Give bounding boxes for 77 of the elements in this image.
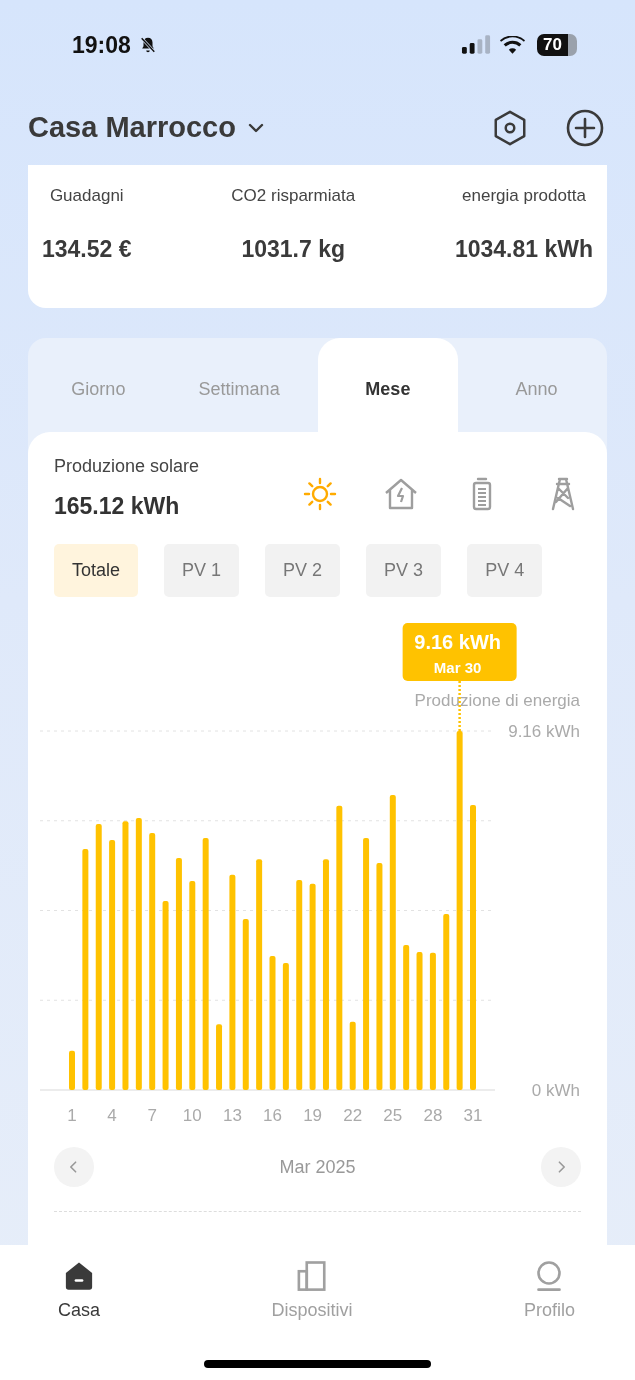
bar[interactable] [349, 1021, 356, 1090]
house-bolt-icon[interactable] [383, 476, 419, 512]
sun-icon[interactable] [302, 476, 338, 512]
stat-label: energia prodotta [462, 186, 586, 206]
period-tab[interactable]: Giorno [28, 338, 169, 432]
period-tab[interactable]: Anno [466, 338, 607, 432]
bar[interactable] [175, 858, 182, 1090]
signal-icon [461, 35, 492, 55]
bar[interactable] [443, 914, 450, 1090]
bar[interactable] [69, 1050, 75, 1090]
x-axis-label: 22 [343, 1106, 363, 1125]
previous-month-button[interactable] [54, 1147, 94, 1187]
stat-label: Guadagni [49, 186, 124, 206]
x-axis-label: 1 [67, 1106, 77, 1125]
stat-value: 1034.81 kWh [454, 236, 593, 263]
bar[interactable] [82, 848, 89, 1090]
bar[interactable] [149, 832, 156, 1090]
bar[interactable] [135, 818, 142, 1090]
chart-tooltip: 9.16 kWh Mar 30 [402, 623, 517, 681]
bar[interactable] [456, 731, 463, 1090]
month-label: Mar 2025 [279, 1156, 356, 1178]
production-label: Produzione solare [54, 456, 201, 477]
bar[interactable] [242, 919, 249, 1090]
bar[interactable] [376, 863, 383, 1090]
bar[interactable] [269, 955, 276, 1090]
period-tab[interactable]: Settimana [168, 338, 310, 432]
bar[interactable] [363, 838, 370, 1090]
home-title[interactable]: Casa Marrocco [28, 111, 236, 144]
nav-tab[interactable]: Casa [58, 1259, 101, 1321]
production-value: 165.12 kWh [54, 493, 181, 520]
bar[interactable] [95, 823, 102, 1090]
bar[interactable] [256, 859, 263, 1090]
bar[interactable] [416, 952, 423, 1090]
status-time: 19:08 [72, 31, 131, 59]
y-axis-label: 9.16 kWh [508, 722, 580, 741]
bar[interactable] [322, 859, 329, 1090]
nav-tab[interactable]: Profilo [523, 1259, 575, 1321]
period-tab[interactable]: Mese [317, 338, 459, 432]
bar[interactable] [309, 883, 316, 1090]
x-axis-label: 13 [222, 1106, 242, 1125]
nav-tab[interactable]: Dispositivi [271, 1259, 353, 1321]
x-axis-label: 19 [303, 1106, 323, 1125]
x-axis-label: 4 [107, 1106, 117, 1125]
bar[interactable] [122, 821, 129, 1090]
stat-value: 134.52 € [42, 236, 132, 263]
x-axis-label: 28 [423, 1106, 443, 1125]
next-month-button[interactable] [541, 1147, 581, 1187]
stat-label: CO2 risparmiata [231, 186, 356, 206]
x-axis-label: 31 [463, 1106, 483, 1125]
bar[interactable] [189, 881, 196, 1090]
filter-chip[interactable]: PV 1 [164, 544, 240, 597]
bar[interactable] [282, 963, 289, 1090]
bar[interactable] [429, 952, 436, 1090]
bar[interactable] [403, 945, 410, 1090]
bar[interactable] [162, 901, 169, 1090]
add-icon[interactable] [565, 107, 605, 148]
bar[interactable] [229, 874, 236, 1090]
filter-chip[interactable]: Totale [54, 544, 139, 597]
x-axis-label: 25 [383, 1106, 403, 1125]
y-axis-label: 0 kWh [531, 1081, 580, 1100]
wifi-icon [500, 35, 525, 55]
filter-chip[interactable]: PV 3 [366, 544, 442, 597]
bar[interactable] [216, 1024, 223, 1090]
bar[interactable] [296, 879, 303, 1090]
x-axis-label: 7 [147, 1106, 157, 1125]
bar[interactable] [389, 794, 396, 1090]
bar[interactable] [336, 805, 343, 1090]
muted-bell-icon [138, 36, 157, 54]
bar[interactable] [470, 805, 476, 1090]
bar[interactable] [202, 838, 209, 1090]
bar[interactable] [109, 839, 116, 1090]
stat-value: 1031.7 kg [241, 236, 345, 263]
x-axis-label: 16 [263, 1106, 282, 1125]
x-axis-label: 10 [182, 1106, 202, 1125]
filter-chip[interactable]: PV 2 [265, 544, 341, 597]
series-label: Produzione di energia [414, 691, 580, 710]
filter-chip[interactable]: PV 4 [467, 544, 543, 597]
